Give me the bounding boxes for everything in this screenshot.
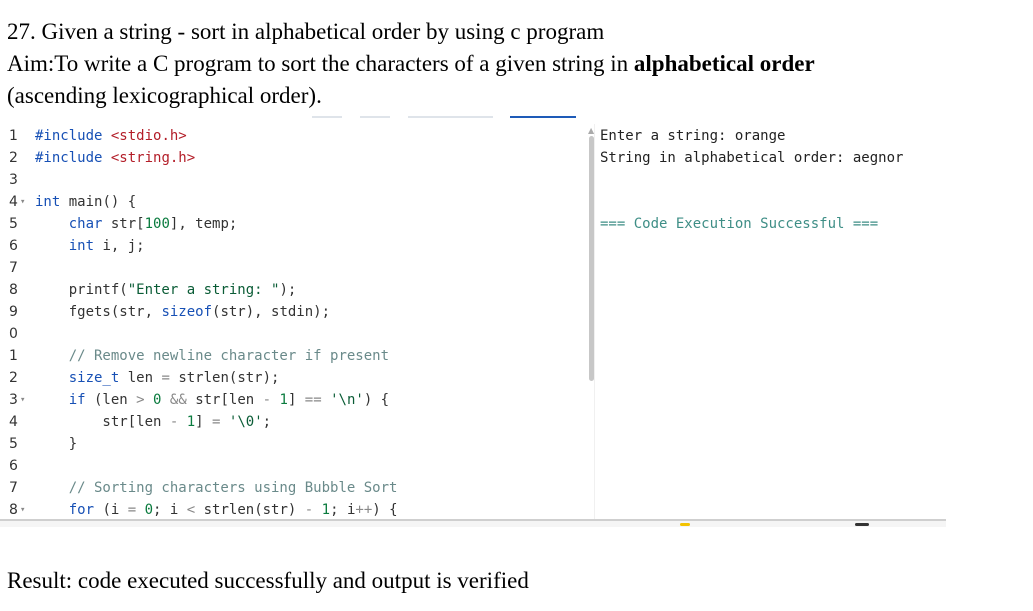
execution-status: === Code Execution Successful === (600, 216, 879, 232)
tab-underline (408, 116, 493, 118)
code-pane[interactable]: 1 #include <stdio.h> 2 #include <string.h> 3… (0, 124, 590, 519)
line-number: 1 (9, 348, 18, 364)
document-title: 27. Given a string - sort in alphabetica… (7, 19, 605, 44)
line-number: 2 (9, 150, 18, 166)
code-text: // Sorting characters using Bubble Sort (68, 480, 398, 496)
code-text: #include <string.h> (35, 150, 196, 166)
bottom-toolbar (0, 521, 946, 527)
aim-bold-text: alphabetical order (633, 51, 815, 76)
code-text: #include <stdio.h> (35, 128, 187, 144)
line-number: 1 (9, 128, 18, 144)
line-number: 4 (9, 414, 18, 430)
line-number: 2 (9, 370, 18, 386)
fold-chevron-icon[interactable]: ▾ (20, 389, 25, 411)
tab-underline (360, 116, 390, 118)
code-text: size_t len = strlen(str); (68, 370, 280, 386)
code-text: str[len - 1] = '\0'; (35, 414, 272, 430)
fold-chevron-icon[interactable]: ▾ (20, 499, 25, 519)
line-number: 8 (9, 282, 18, 298)
code-text: for (i = 0; i < strlen(str) - 1; i++) { (68, 502, 398, 518)
code-text: char str[100], temp; (68, 216, 238, 232)
code-text: int i, j; (68, 238, 145, 254)
line-number: 5 (9, 216, 18, 232)
result-text: Result: code executed successfully and o… (7, 568, 529, 593)
code-editor-screenshot: 1 #include <stdio.h> 2 #include <string.h> 3… (0, 124, 946, 527)
tab-underline (312, 116, 342, 118)
active-tab-underline (510, 116, 576, 118)
output-line: String in alphabetical order: aegnor (600, 150, 904, 166)
line-number: 6 (9, 238, 18, 254)
line-number: 0 (9, 326, 18, 342)
line-number: 7 (9, 480, 18, 496)
aim-text: Aim:To write a C program to sort the cha… (7, 51, 634, 76)
status-dot-dark (855, 523, 869, 526)
scroll-up-icon[interactable]: ▲ (588, 126, 594, 135)
fold-chevron-icon[interactable]: ▾ (20, 191, 25, 213)
line-number: 9 (9, 304, 18, 320)
code-text: } (35, 436, 78, 452)
output-line: Enter a string: orange (600, 128, 786, 144)
aim-line: Aim:To write a C program to sort the cha… (7, 51, 815, 77)
code-text: printf("Enter a string: "); (35, 282, 297, 298)
line-number: 7 (9, 260, 18, 276)
status-dot-yellow (680, 523, 690, 526)
line-number: 5 (9, 436, 18, 452)
line-number: 6 (9, 458, 18, 474)
code-scrollbar[interactable] (589, 136, 594, 381)
aim-line-2: (ascending lexicographical order). (7, 83, 322, 108)
code-text: fgets(str, sizeof(str), stdin); (35, 304, 331, 320)
code-text: // Remove newline character if present (68, 348, 390, 364)
code-text: if (len > 0 && str[len - 1] == '\n') { (68, 392, 390, 408)
pane-divider (594, 124, 595, 519)
output-pane: Enter a string: orange String in alphabet… (600, 124, 946, 519)
code-text: int main() { (35, 194, 137, 210)
line-number: 3 (9, 172, 18, 188)
